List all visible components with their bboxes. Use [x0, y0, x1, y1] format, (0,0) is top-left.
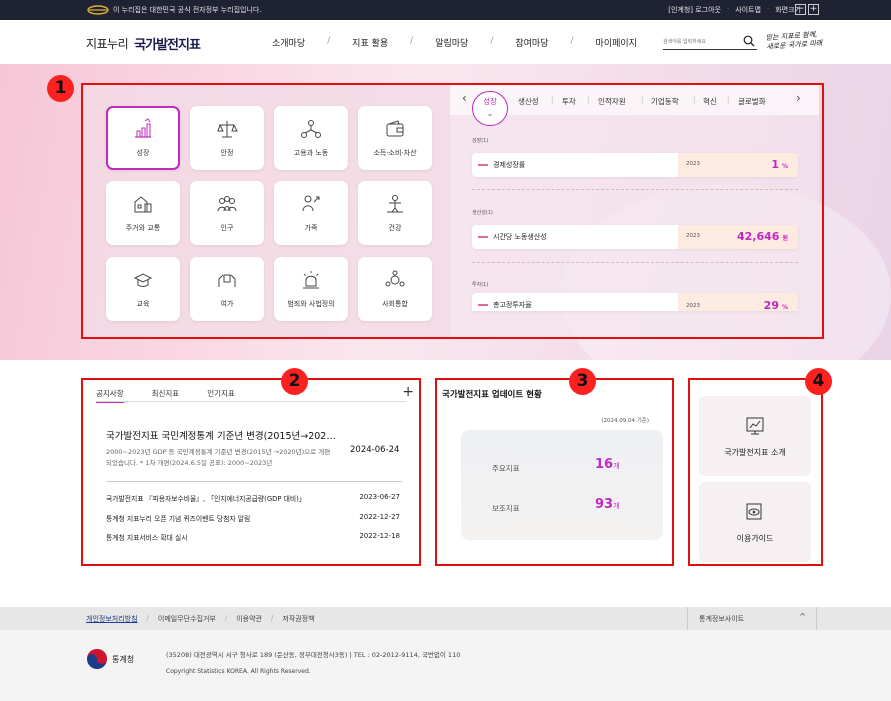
egov-logo-icon: [87, 5, 109, 15]
annotation-box-4: [688, 378, 823, 566]
email-refusal-link[interactable]: 이메일무단수집거부: [158, 614, 216, 624]
site-footer: 통계청 (35208) 대전광역시 서구 청사로 189 (둔산동, 정부대전청…: [0, 630, 891, 701]
zoom-in-button[interactable]: +: [808, 4, 819, 15]
slogan-text: 믿는 지표로 함께, 새로운 국가로 미래: [765, 30, 823, 52]
gov-notice-text: 이 누리집은 대한민국 공식 전자정부 누리집입니다.: [113, 6, 262, 14]
nav-intro[interactable]: 소개마당: [272, 36, 305, 49]
site-logo[interactable]: 지표누리 국가발전지표: [86, 34, 201, 53]
brand-title: 국가발전지표: [134, 38, 201, 53]
family-site-label: 통계정보사이트: [699, 615, 745, 623]
nav-separator: /: [327, 36, 331, 46]
sitemap-link[interactable]: 사이트맵: [735, 5, 761, 15]
separator: /: [146, 614, 149, 622]
separator: ·: [767, 5, 770, 13]
taeguk-emblem-icon: [87, 649, 107, 669]
separator: /: [270, 614, 274, 622]
separator: /: [224, 614, 228, 622]
nav-mypage[interactable]: 마이페이지: [596, 36, 637, 49]
annotation-number-3: 3: [569, 368, 596, 395]
brand-jipyonuri: 지표누리: [86, 37, 129, 51]
annotation-number-2: 2: [281, 368, 308, 395]
copyright-policy-link[interactable]: 저작권정책: [282, 614, 314, 624]
annotation-box-3: [435, 378, 674, 566]
zoom-out-button[interactable]: −: [795, 4, 806, 15]
footer-address: (35208) 대전광역시 서구 청사로 189 (둔산동, 정부대전청사3동)…: [166, 651, 461, 659]
chevron-up-icon: ^: [799, 612, 806, 621]
family-site-select[interactable]: 통계정보사이트 ^: [687, 607, 817, 630]
annotation-number-4: 4: [805, 368, 832, 395]
terms-link[interactable]: 이용약관: [236, 614, 262, 624]
nav-separator: /: [490, 36, 494, 46]
annotation-box-1: [81, 83, 824, 339]
site-header: 지표누리 국가발전지표 소개마당 / 지표 활용 / 알림마당 / 참여마당 /…: [0, 20, 891, 64]
annotation-box-2: [81, 378, 421, 566]
nav-indicator-use[interactable]: 지표 활용: [352, 36, 388, 49]
org-name: 통계청: [112, 654, 135, 664]
footer-copyright: Copyright Statistics KOREA. All Rights R…: [166, 668, 311, 675]
search-input[interactable]: [663, 32, 739, 45]
logout-link[interactable]: [인계청] 로그아웃: [668, 5, 721, 15]
separator: ·: [727, 5, 730, 13]
search-icon[interactable]: [743, 35, 755, 47]
nav-notice[interactable]: 알림마당: [435, 36, 468, 49]
gov-banner: 이 누리집은 대한민국 공식 전자정부 누리집입니다. [인계청] 로그아웃 ·…: [0, 0, 891, 20]
search-box: [663, 32, 757, 50]
statistics-korea-logo: 통계청: [86, 648, 134, 670]
annotation-number-1: 1: [47, 75, 74, 102]
nav-participation[interactable]: 참여마당: [515, 36, 548, 49]
main-nav: 소개마당 / 지표 활용 / 알림마당 / 참여마당 / 마이페이지: [272, 36, 637, 49]
footer-nav: 개인정보처리방침 / 이메일무단수집거부 / 이용약관 / 저작권정책 통계정보…: [0, 607, 891, 630]
nav-separator: /: [410, 36, 414, 46]
nav-separator: /: [570, 36, 574, 46]
privacy-policy-link[interactable]: 개인정보처리방침: [86, 614, 138, 624]
